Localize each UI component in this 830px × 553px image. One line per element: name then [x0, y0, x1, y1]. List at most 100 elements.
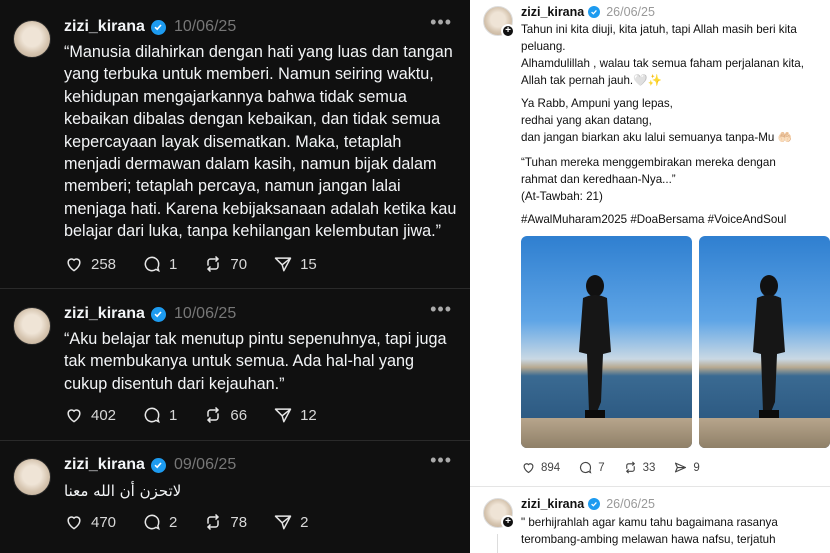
text-line: kepercayaan layak disematkan. Maka, teta…: [64, 132, 402, 151]
post-date: 10/06/25: [173, 305, 237, 322]
username[interactable]: zizi_kirana: [64, 456, 145, 474]
reply-button[interactable]: 2: [142, 512, 177, 532]
share-button[interactable]: 12: [273, 405, 317, 425]
text-line: لاتحزن أن الله معنا: [64, 482, 182, 500]
post-date: 26/06/25: [606, 5, 655, 19]
verified-badge-icon: [150, 306, 166, 322]
share-button[interactable]: 15: [273, 254, 317, 274]
username[interactable]: zizi_kirana: [64, 18, 145, 36]
like-count: 258: [91, 255, 117, 273]
avatar[interactable]: [13, 20, 51, 58]
post-actions: 894 7 33 9: [521, 460, 718, 475]
heart-icon: [67, 516, 81, 530]
heart-icon: [67, 258, 81, 272]
person-figure: [579, 275, 611, 418]
share-count: 9: [693, 461, 700, 474]
share-button[interactable]: 9: [673, 460, 700, 475]
text-line: cukup disentuh dari kejauhan.”: [64, 374, 285, 393]
verified-badge-icon: [150, 457, 166, 473]
post-text: “Manusia dilahirkan dengan hati yang lua…: [64, 41, 460, 243]
post-paragraph: Alhamdulillah , walau tak semua faham pe…: [521, 57, 804, 87]
follow-plus-icon[interactable]: +: [501, 24, 515, 38]
text-line: menjadi dermawan dalam kasih, namun bija…: [64, 155, 437, 174]
heart-icon: [523, 463, 534, 474]
avatar[interactable]: [13, 307, 51, 345]
comment-icon: [144, 256, 160, 273]
post-date: 09/06/25: [173, 456, 237, 473]
repost-count: 33: [642, 461, 656, 474]
repost-button[interactable]: 66: [203, 405, 247, 425]
avatar[interactable]: [13, 458, 51, 496]
comment-icon: [580, 461, 592, 474]
pier: [521, 418, 692, 448]
text-line: yang terbuka untuk memberi. Namun seirin…: [64, 65, 434, 84]
post-header: zizi_kirana 10/06/25: [64, 305, 236, 323]
post-paragraph: Ya Rabb, Ampuni yang lepas, redhai yang …: [521, 97, 792, 144]
comment-icon: [144, 514, 160, 531]
verified-badge-icon: [588, 498, 601, 510]
like-count: 470: [91, 513, 117, 531]
text-line: kebaikan dibalas dengan kebaikan, dan ti…: [64, 110, 441, 129]
follow-plus-icon[interactable]: +: [501, 515, 515, 529]
post-paragraph: Tahun ini kita diuji, kita jatuh, tapi A…: [521, 23, 797, 53]
post-photo[interactable]: [699, 236, 830, 448]
heart-icon: [67, 409, 81, 423]
repost-count: 78: [230, 513, 248, 531]
post-date: 10/06/25: [173, 18, 237, 35]
more-icon[interactable]: •••: [430, 12, 452, 33]
repost-count: 70: [230, 255, 248, 273]
like-button[interactable]: 894: [521, 460, 560, 475]
like-button[interactable]: 402: [64, 405, 116, 425]
repost-icon: [207, 406, 220, 424]
reply-count: 7: [598, 461, 605, 474]
share-icon: [274, 408, 292, 423]
post-actions: 258 1 70 15: [64, 254, 343, 274]
repost-count: 66: [230, 406, 248, 424]
text-line: menjaga hati. Karena kebijaksanaan adala…: [64, 199, 457, 218]
reply-button[interactable]: 7: [578, 460, 605, 475]
more-icon[interactable]: •••: [430, 450, 452, 471]
thread-line: [497, 534, 498, 553]
repost-icon: [207, 255, 220, 273]
post-header: zizi_kirana 26/06/25: [521, 5, 655, 19]
like-count: 894: [541, 461, 561, 474]
like-count: 402: [91, 406, 117, 424]
verified-badge-icon: [588, 6, 601, 18]
post-paragraph: “Tuhan mereka menggembirakan mereka deng…: [521, 156, 776, 203]
person-figure: [753, 275, 785, 418]
post-photo[interactable]: [521, 236, 692, 448]
repost-button[interactable]: 78: [203, 512, 247, 532]
share-count: 15: [300, 255, 317, 273]
repost-button[interactable]: 70: [203, 254, 247, 274]
username[interactable]: zizi_kirana: [64, 305, 145, 323]
share-icon: [274, 257, 292, 272]
username[interactable]: zizi_kirana: [521, 497, 584, 511]
share-button[interactable]: 2: [273, 512, 308, 532]
like-button[interactable]: 470: [64, 512, 116, 532]
share-icon: [675, 462, 687, 473]
share-count: 2: [300, 513, 309, 531]
like-button[interactable]: 258: [64, 254, 116, 274]
post-paragraph: " berhijrahlah agar kamu tahu bagaimana …: [521, 516, 778, 546]
divider: [0, 288, 470, 289]
right-feed-panel: + zizi_kirana 26/06/25 Tahun ini kita di…: [470, 0, 830, 553]
hashtags[interactable]: #AwalMuharam2025 #DoaBersama #VoiceAndSo…: [521, 211, 821, 228]
reply-button[interactable]: 1: [142, 254, 177, 274]
post-date: 26/06/25: [606, 497, 655, 511]
more-icon[interactable]: •••: [430, 299, 452, 320]
username[interactable]: zizi_kirana: [521, 5, 584, 19]
pier: [699, 418, 830, 448]
reply-button[interactable]: 1: [142, 405, 177, 425]
post-header: zizi_kirana 10/06/25: [64, 18, 236, 36]
share-icon: [274, 515, 292, 530]
text-line: “Aku belajar tak menutup pintu sepenuhny…: [64, 330, 447, 348]
text-line: memberi; tetaplah percaya, namun jangan …: [64, 177, 401, 196]
repost-button[interactable]: 33: [623, 460, 656, 475]
reply-count: 1: [169, 255, 178, 273]
left-feed-panel: zizi_kirana 10/06/25 ••• “Manusia dilahi…: [0, 0, 470, 553]
post-header: zizi_kirana 26/06/25: [521, 497, 655, 511]
verified-badge-icon: [150, 19, 166, 35]
post-actions: 402 1 66 12: [64, 405, 343, 425]
divider: [0, 440, 470, 441]
reply-count: 2: [169, 513, 178, 531]
